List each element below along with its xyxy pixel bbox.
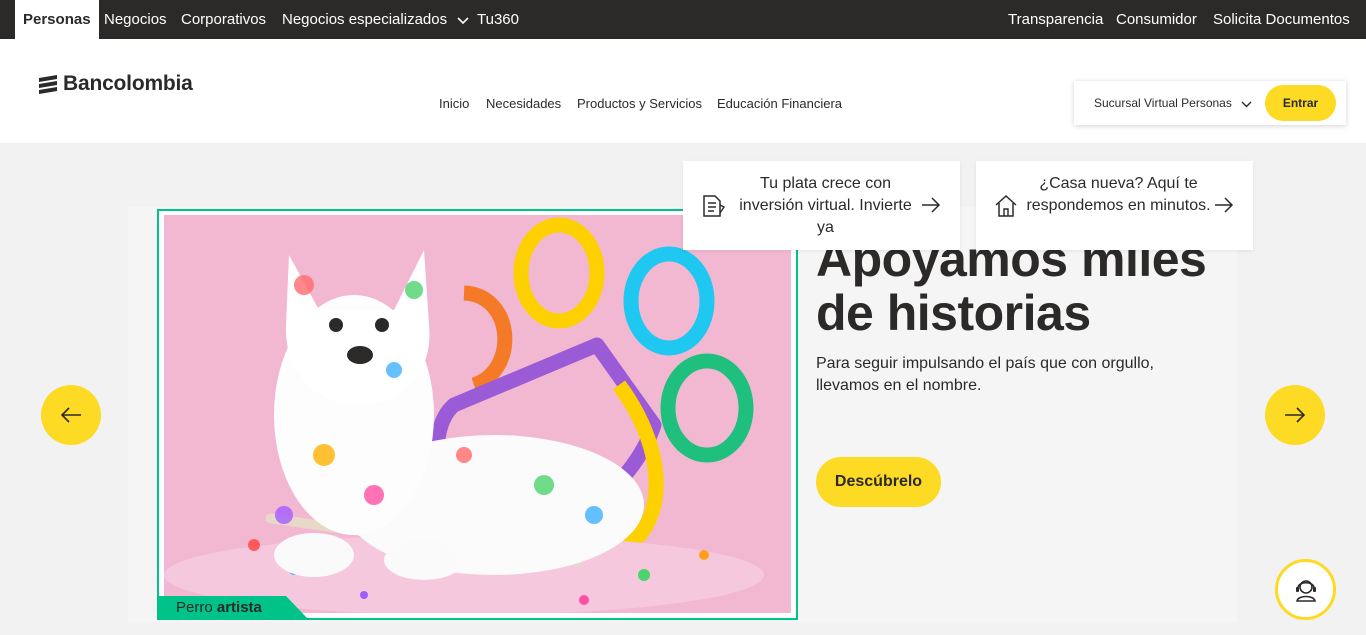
quick-card-inversion-virtual[interactable]: Tu plata crece con inversión virtual. In… <box>683 161 960 250</box>
topbar-item-transparencia[interactable]: Transparencia <box>1008 0 1103 39</box>
descubrelo-button[interactable]: Descúbrelo <box>816 457 941 507</box>
topbar-item-negocios-especializados[interactable]: Negocios especializados <box>282 0 469 39</box>
photo-caption-normal: Perro <box>176 599 213 616</box>
photo-caption-text: Perro artista <box>176 596 262 619</box>
house-icon <box>993 193 1019 224</box>
site-header: Bancolombia Inicio Necesidades Productos… <box>0 39 1366 143</box>
login-box: Sucursal Virtual Personas Entrar <box>1074 81 1346 125</box>
topbar-item-consumidor[interactable]: Consumidor <box>1116 0 1197 39</box>
chevron-down-icon <box>1241 82 1252 126</box>
bancolombia-logo[interactable]: Bancolombia <box>37 72 193 96</box>
top-bar: Personas Negocios Corporativos Negocios … <box>0 0 1366 39</box>
topbar-item-tu360[interactable]: Tu360 <box>477 0 519 39</box>
topbar-item-solicita-documentos[interactable]: Solicita Documentos <box>1213 0 1350 39</box>
carousel-prev-button[interactable] <box>41 385 101 445</box>
topbar-item-personas[interactable]: Personas <box>15 0 99 39</box>
chevron-down-icon <box>457 1 469 40</box>
sucursal-select[interactable]: Sucursal Virtual Personas <box>1094 81 1252 125</box>
arrow-right-icon <box>1214 196 1234 219</box>
entrar-button[interactable]: Entrar <box>1265 85 1336 121</box>
support-agent-icon <box>1295 579 1316 602</box>
photo-caption-tag: Perro artista <box>158 596 308 619</box>
carousel-next-button[interactable] <box>1265 385 1325 445</box>
quick-card-casa-nueva[interactable]: ¿Casa nueva? Aquí te respondemos en minu… <box>976 161 1253 250</box>
nav-productos-servicios[interactable]: Productos y Servicios <box>577 96 702 111</box>
help-chat-button[interactable] <box>1275 559 1336 620</box>
topbar-item-corporativos[interactable]: Corporativos <box>181 0 266 39</box>
document-icon <box>700 193 726 224</box>
topbar-item-label: Negocios especializados <box>282 11 448 28</box>
arrow-right-icon <box>921 196 941 219</box>
nav-inicio[interactable]: Inicio <box>439 96 469 111</box>
hero-photo-painted-puppy <box>164 215 791 613</box>
nav-necesidades[interactable]: Necesidades <box>486 96 561 111</box>
nav-educacion-financiera[interactable]: Educación Financiera <box>717 96 842 111</box>
arrow-left-icon <box>60 407 81 423</box>
arrow-right-icon <box>1285 407 1306 423</box>
sucursal-select-label: Sucursal Virtual Personas <box>1094 96 1232 110</box>
hero-subtext: Para seguir impulsando el país que con o… <box>816 355 1154 394</box>
quick-card-text: ¿Casa nueva? Aquí te respondemos en minu… <box>1026 175 1211 214</box>
photo-caption-bold: artista <box>216 599 262 616</box>
bancolombia-logo-icon <box>39 75 57 94</box>
quick-card-text: Tu plata crece con inversión virtual. In… <box>739 175 912 236</box>
logo-wordmark: Bancolombia <box>63 72 193 95</box>
topbar-item-negocios[interactable]: Negocios <box>104 0 167 39</box>
